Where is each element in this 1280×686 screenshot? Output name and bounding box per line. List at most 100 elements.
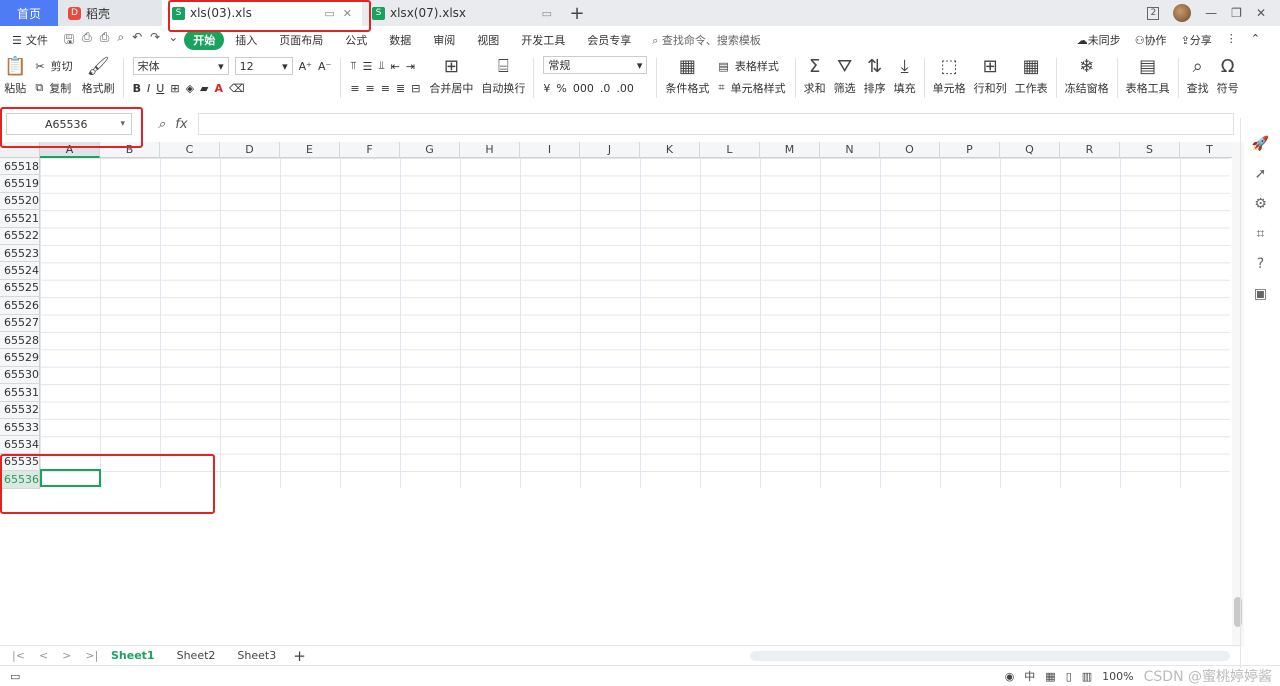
- formula-input[interactable]: [197, 113, 1234, 135]
- restore-icon[interactable]: ❐: [1231, 6, 1242, 20]
- row-header[interactable]: 65533: [0, 419, 40, 437]
- column-header[interactable]: N: [820, 142, 880, 158]
- export-pdf-icon[interactable]: ⎙: [82, 30, 92, 51]
- tab-home[interactable]: 首页: [0, 0, 58, 26]
- align-bottom-icon[interactable]: ⫫: [378, 59, 384, 73]
- print-icon[interactable]: ⎙: [100, 30, 110, 51]
- first-sheet-icon[interactable]: |<: [12, 649, 25, 662]
- column-header[interactable]: S: [1120, 142, 1180, 158]
- column-header[interactable]: J: [580, 142, 640, 158]
- more-icon[interactable]: ⋮: [1226, 32, 1237, 48]
- tab-formula[interactable]: 公式: [334, 32, 378, 48]
- horizontal-scrollbar[interactable]: [750, 650, 1230, 661]
- page-layout-view-icon[interactable]: ▯: [1066, 670, 1072, 683]
- column-header[interactable]: Q: [1000, 142, 1060, 158]
- last-sheet-icon[interactable]: >|: [85, 649, 98, 662]
- tab-daoke[interactable]: D 稻壳: [58, 0, 162, 26]
- zoom-level[interactable]: 100%: [1102, 670, 1133, 683]
- underline-icon[interactable]: U: [156, 82, 164, 95]
- font-size-select[interactable]: 12 ▾: [234, 57, 293, 75]
- sheet-tab-1[interactable]: Sheet1: [100, 649, 166, 662]
- sheet-tab-2[interactable]: Sheet2: [166, 649, 227, 662]
- bold-icon[interactable]: B: [133, 82, 141, 95]
- avatar[interactable]: [1173, 4, 1192, 22]
- border-icon[interactable]: ⊞: [170, 82, 179, 95]
- row-header[interactable]: 65527: [0, 314, 40, 332]
- help-icon[interactable]: ?: [1257, 256, 1264, 272]
- table-style-button[interactable]: ▤ 表格样式: [718, 56, 778, 76]
- row-header[interactable]: 65524: [0, 262, 40, 280]
- cell-button[interactable]: ⬚ 单元格: [929, 54, 970, 98]
- crop-icon[interactable]: ⌗: [1257, 226, 1265, 242]
- command-search[interactable]: ⌕ 查找命令、搜索模板: [652, 32, 761, 48]
- image-icon[interactable]: ▣: [1254, 286, 1267, 302]
- copy-button[interactable]: ⧉ 复制: [35, 78, 71, 98]
- percent-icon[interactable]: %: [556, 82, 566, 95]
- pin-icon[interactable]: ▭: [542, 7, 552, 20]
- align-middle-icon[interactable]: ☰: [363, 60, 373, 73]
- input-lang-indicator[interactable]: 中: [1024, 668, 1035, 684]
- tab-xlsx07[interactable]: S xlsx(07).xlsx ▭: [362, 0, 562, 26]
- sliders-icon[interactable]: ⚙: [1254, 196, 1267, 212]
- italic-icon[interactable]: I: [147, 82, 150, 95]
- row-header[interactable]: 65526: [0, 297, 40, 315]
- tab-member[interactable]: 会员专享: [576, 32, 642, 48]
- tab-page-layout[interactable]: 页面布局: [268, 32, 334, 48]
- window-count-badge[interactable]: 2: [1147, 6, 1160, 20]
- tab-data[interactable]: 数据: [378, 32, 422, 48]
- paste-button[interactable]: 📋 粘贴: [0, 54, 30, 98]
- rocket-icon[interactable]: 🚀: [1252, 136, 1269, 152]
- cell-area[interactable]: [40, 158, 1230, 488]
- column-header[interactable]: T: [1180, 142, 1240, 158]
- collapse-ribbon-icon[interactable]: ⌃: [1251, 32, 1260, 48]
- page-break-view-icon[interactable]: ▥: [1082, 670, 1092, 683]
- align-top-icon[interactable]: ⫪: [350, 59, 356, 73]
- print-preview-icon[interactable]: ⌕: [117, 30, 124, 51]
- row-header[interactable]: 65528: [0, 332, 40, 350]
- worksheet-button[interactable]: ▦ 工作表: [1011, 54, 1052, 98]
- next-sheet-icon[interactable]: >: [62, 649, 71, 662]
- macro-icon[interactable]: ▭: [0, 670, 20, 683]
- rowcol-button[interactable]: ⊞ 行和列: [970, 54, 1011, 98]
- tab-developer[interactable]: 开发工具: [510, 32, 576, 48]
- currency-icon[interactable]: ¥: [543, 82, 550, 95]
- column-header[interactable]: D: [220, 142, 280, 158]
- symbol-button[interactable]: Ω 符号: [1213, 54, 1243, 98]
- filter-button[interactable]: ⛛ 筛选: [830, 54, 860, 98]
- freeze-button[interactable]: ❄ 冻结窗格: [1061, 54, 1113, 98]
- decrease-decimal-icon[interactable]: .00: [616, 82, 634, 95]
- thousands-icon[interactable]: 000: [573, 82, 594, 95]
- column-header[interactable]: M: [760, 142, 820, 158]
- sort-button[interactable]: ⇅ 排序: [860, 54, 890, 98]
- row-header[interactable]: 65518: [0, 158, 40, 176]
- column-header[interactable]: C: [160, 142, 220, 158]
- eraser-icon[interactable]: ⌫: [229, 82, 245, 95]
- tab-insert[interactable]: 插入: [224, 32, 268, 48]
- align-center-icon[interactable]: ≡: [366, 82, 375, 95]
- align-right-icon[interactable]: ≡: [381, 82, 390, 95]
- column-header[interactable]: L: [700, 142, 760, 158]
- row-header[interactable]: 65531: [0, 384, 40, 402]
- sync-button[interactable]: ☁未同步: [1077, 32, 1121, 48]
- row-header[interactable]: 65520: [0, 192, 40, 211]
- new-tab-button[interactable]: +: [562, 0, 592, 26]
- row-header[interactable]: 65522: [0, 227, 40, 245]
- row-header[interactable]: 65521: [0, 210, 40, 228]
- align-left-icon[interactable]: ≡: [350, 82, 359, 95]
- column-header[interactable]: G: [400, 142, 460, 158]
- normal-view-icon[interactable]: ▦: [1045, 670, 1055, 683]
- sheet-tab-3[interactable]: Sheet3: [226, 649, 287, 662]
- eye-protection-icon[interactable]: ◉: [1005, 670, 1015, 683]
- cursor-icon[interactable]: ➚: [1255, 166, 1267, 182]
- number-format-select[interactable]: 常规 ▾: [543, 56, 648, 74]
- grow-font-icon[interactable]: A⁺: [299, 60, 312, 73]
- sum-button[interactable]: Σ 求和: [800, 54, 830, 98]
- column-header[interactable]: F: [340, 142, 400, 158]
- row-header[interactable]: 65529: [0, 349, 40, 367]
- find-button[interactable]: ⌕ 查找: [1183, 54, 1213, 98]
- row-header[interactable]: 65525: [0, 279, 40, 298]
- font-name-select[interactable]: 宋体 ▾: [132, 57, 229, 75]
- outdent-icon[interactable]: ⇤: [391, 60, 400, 73]
- close-window-icon[interactable]: ✕: [1256, 6, 1266, 20]
- add-sheet-button[interactable]: +: [287, 647, 312, 665]
